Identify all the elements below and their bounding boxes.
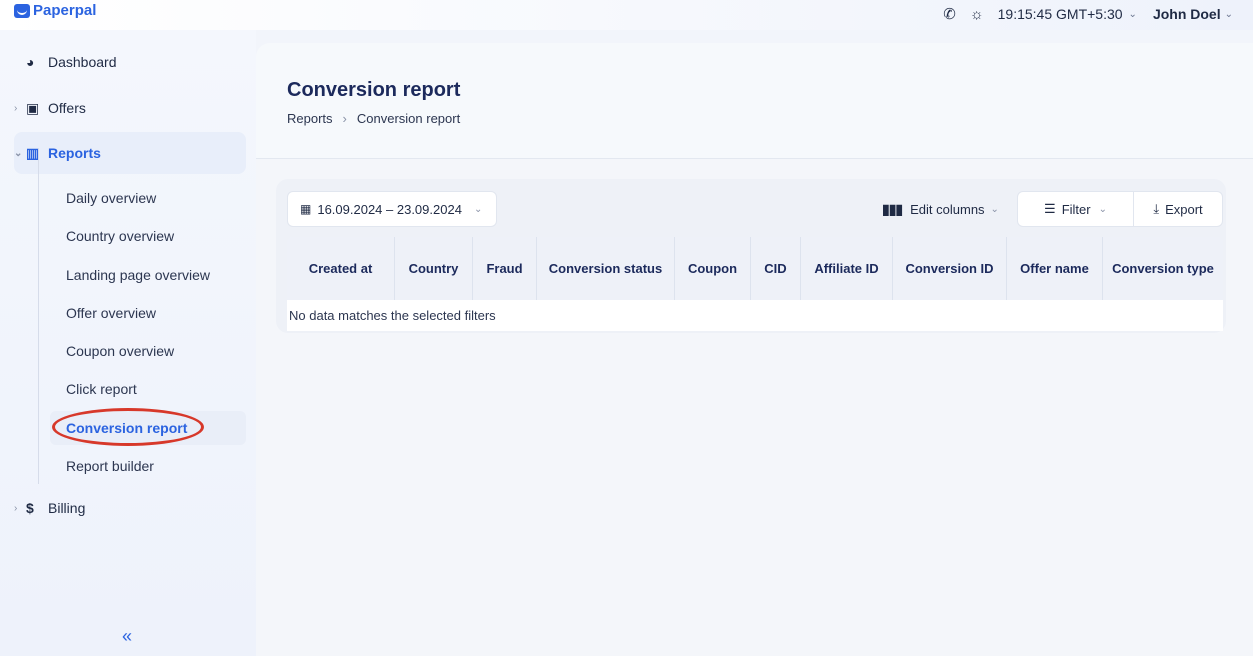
breadcrumb-reports[interactable]: Reports (287, 111, 333, 126)
chevron-right-icon: › (342, 111, 347, 126)
sidebar-subitem-offer-overview[interactable]: Offer overview (50, 296, 246, 330)
phone-icon[interactable]: ✆ (943, 5, 956, 23)
page-title: Conversion report (287, 79, 461, 101)
chevron-down-icon[interactable]: ⌄ (1129, 9, 1137, 20)
clock-time[interactable]: 19:15:45 GMT+5:30 (998, 6, 1123, 22)
brand-name: Paperpal (33, 2, 97, 19)
chevron-down-icon: ⌄ (1098, 203, 1107, 215)
collapse-sidebar-button[interactable]: « (122, 626, 132, 647)
filter-label: Filter (1061, 201, 1091, 217)
top-bar: Paperpal ✆ ☼ 19:15:45 GMT+5:30 ⌄ John Do… (0, 0, 1253, 30)
export-button[interactable]: ⤓ Export (1134, 192, 1222, 226)
export-label: Export (1165, 201, 1203, 217)
chevron-right-icon: › (14, 502, 18, 514)
sun-icon[interactable]: ☼ (970, 6, 984, 23)
calendar-icon: ▦ (300, 202, 312, 216)
sidebar-subitem-landing-page-overview[interactable]: Landing page overview (50, 258, 246, 292)
table-header: Created at Country Fraud Conversion stat… (287, 237, 1223, 300)
edit-columns-button[interactable]: ▮▮▮ Edit columns ⌄ (882, 191, 999, 227)
sidebar-item-label: Offers (48, 100, 86, 116)
breadcrumb-current: Conversion report (356, 111, 461, 126)
chevron-down-icon[interactable]: ⌄ (1225, 9, 1233, 20)
chart-icon: ▥ (26, 144, 40, 161)
column-header-affiliate-id[interactable]: Affiliate ID (801, 237, 893, 300)
sidebar-item-dashboard[interactable]: ◕ Dashboard (14, 41, 246, 83)
sidebar-subitem-coupon-overview[interactable]: Coupon overview (50, 334, 246, 368)
sidebar-item-label: Dashboard (48, 54, 117, 70)
column-header-cid[interactable]: CID (751, 237, 801, 300)
sidebar-item-offers[interactable]: › ▣ Offers (14, 87, 246, 129)
submenu-guide-line (38, 148, 39, 484)
sidebar-subitem-click-report[interactable]: Click report (50, 372, 246, 406)
column-header-conversion-id[interactable]: Conversion ID (893, 237, 1007, 300)
column-header-conversion-type[interactable]: Conversion type (1103, 237, 1223, 300)
dollar-icon: $ (26, 500, 34, 516)
highlight-annotation-circle (52, 408, 204, 446)
card-icon: ▣ (26, 99, 40, 116)
column-header-offer-name[interactable]: Offer name (1007, 237, 1103, 300)
column-header-coupon[interactable]: Coupon (675, 237, 751, 300)
filter-export-group: ☰ Filter ⌄ ⤓ Export (1017, 191, 1223, 227)
columns-icon: ▮▮▮ (882, 200, 903, 217)
user-menu[interactable]: John Doel (1153, 6, 1221, 22)
date-range-picker[interactable]: ▦ 16.09.2024 – 23.09.2024 ⌄ (287, 191, 497, 227)
conversion-table: Created at Country Fraud Conversion stat… (287, 237, 1223, 331)
sidebar-subitem-report-builder[interactable]: Report builder (50, 449, 246, 483)
download-icon: ⤓ (1153, 201, 1160, 216)
main-content: Conversion report Reports › Conversion r… (256, 43, 1253, 656)
chevron-down-icon: ⌄ (990, 203, 999, 215)
chevron-right-icon: › (14, 102, 18, 114)
column-header-country[interactable]: Country (395, 237, 473, 300)
breadcrumb: Reports › Conversion report (287, 111, 460, 126)
empty-state-message: No data matches the selected filters (289, 308, 496, 323)
paperpal-logo-icon (14, 3, 30, 18)
top-right-controls: ✆ ☼ 19:15:45 GMT+5:30 ⌄ John Doel ⌄ (943, 5, 1233, 24)
table-empty-row: No data matches the selected filters (287, 300, 1223, 331)
sliders-icon: ☰ (1044, 201, 1056, 216)
sidebar-item-label: Reports (48, 145, 101, 161)
column-header-fraud[interactable]: Fraud (473, 237, 537, 300)
column-header-created-at[interactable]: Created at (287, 237, 395, 300)
edit-columns-label: Edit columns (910, 201, 985, 217)
sidebar-subitem-daily-overview[interactable]: Daily overview (50, 181, 246, 215)
column-header-conversion-status[interactable]: Conversion status (537, 237, 675, 300)
page-header: Conversion report Reports › Conversion r… (256, 43, 1253, 159)
sidebar-item-reports[interactable]: ⌄ ▥ Reports (14, 132, 246, 174)
sidebar-item-billing[interactable]: › $ Billing (14, 487, 246, 529)
sidebar-subitem-country-overview[interactable]: Country overview (50, 219, 246, 253)
chevron-down-icon: ⌄ (14, 147, 23, 159)
brand-logo[interactable]: Paperpal (14, 2, 96, 19)
pie-chart-icon: ◕ (26, 54, 35, 70)
chevron-down-icon: ⌄ (473, 203, 483, 215)
date-range-value: 16.09.2024 – 23.09.2024 (317, 201, 462, 217)
filter-button[interactable]: ☰ Filter ⌄ (1018, 192, 1134, 226)
sidebar-item-label: Billing (48, 500, 86, 516)
